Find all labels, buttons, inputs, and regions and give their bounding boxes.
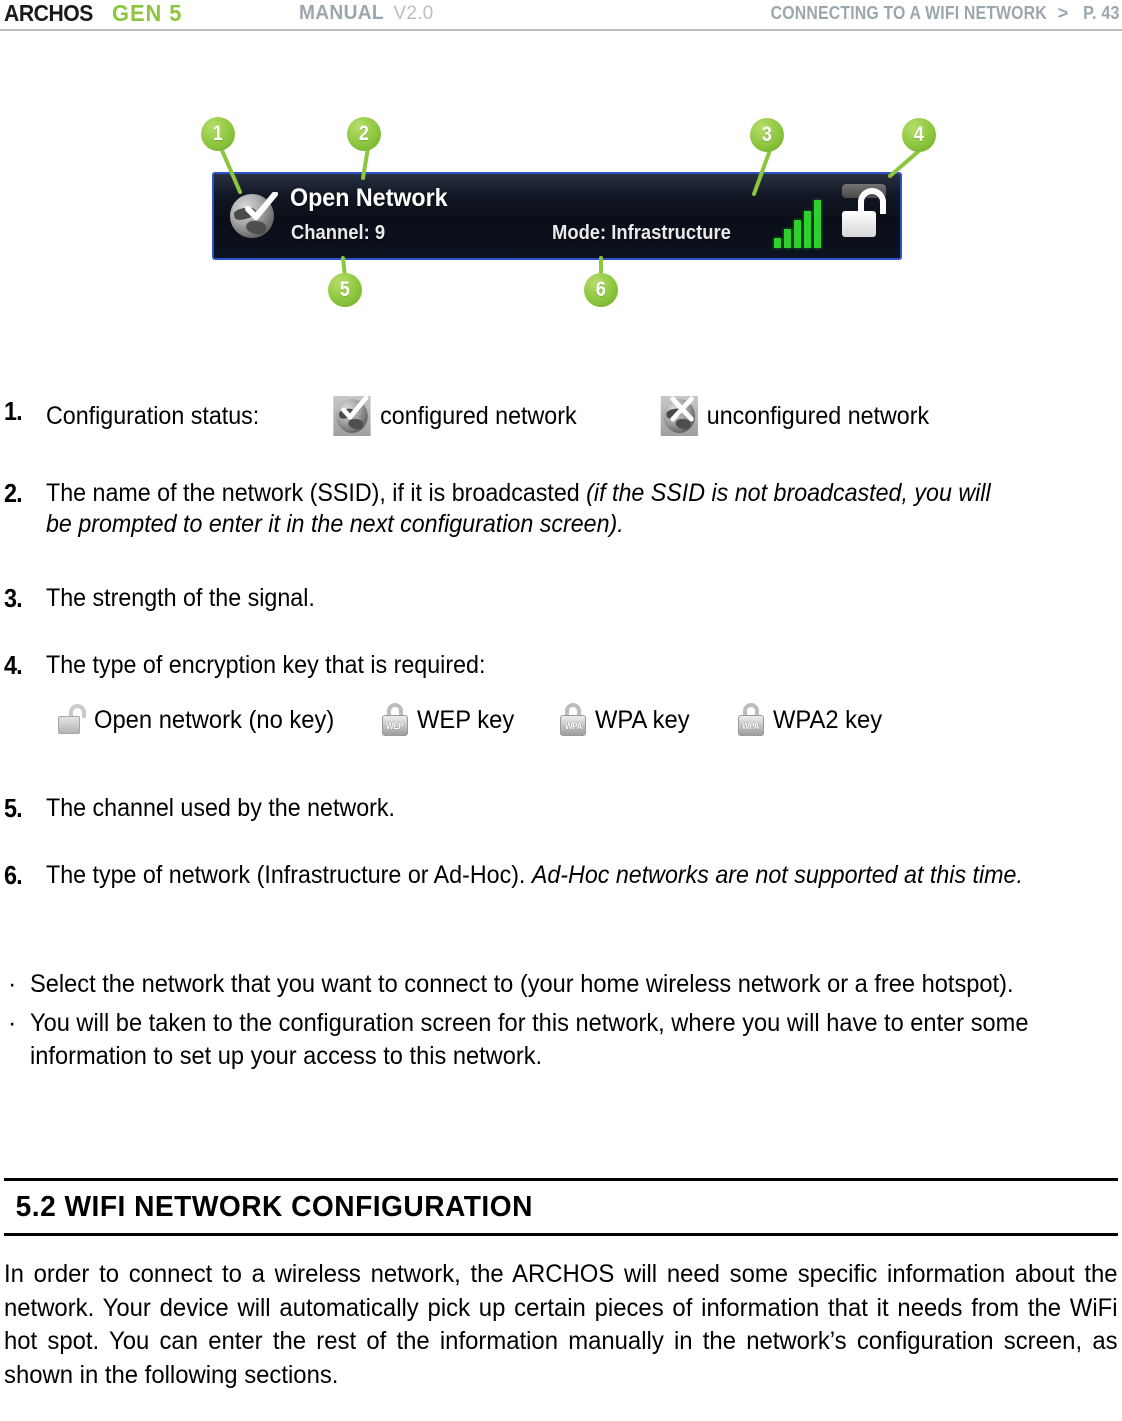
- list-item-5-marker: 5.: [4, 793, 23, 823]
- key-type-open-label: Open network (no key): [94, 705, 335, 734]
- closing-paragraph: In order to connect to a wireless networ…: [4, 1258, 1118, 1392]
- list-item-5: 5. The channel used by the network.: [4, 793, 421, 824]
- callout-badge-4-number: 4: [914, 123, 924, 146]
- list-item-3: 3. The strength of the signal.: [4, 583, 335, 614]
- key-type-wep: WEP WEP key: [381, 703, 519, 737]
- header-manual-label: MANUAL: [299, 2, 384, 24]
- callout-leader-lines: [178, 108, 938, 318]
- key-type-wpa-label: WPA key: [595, 705, 690, 734]
- breadcrumb-title: CONNECTING TO A WIFI NETWORK: [770, 3, 1047, 23]
- key-type-wep-label: WEP key: [416, 705, 515, 734]
- callout-badge-2-number: 2: [359, 122, 369, 145]
- key-type-wpa: WPA WPA key: [559, 703, 695, 737]
- callout-badge-2: 2: [347, 117, 381, 151]
- list-item-1-marker: 1.: [4, 396, 23, 426]
- unconfigured-network-label: unconfigured network: [706, 401, 930, 430]
- list-item-2: 2. The name of the network (SSID), if it…: [4, 478, 1094, 540]
- lock-wep-icon: WEP: [381, 703, 409, 737]
- key-type-open: Open network (no key): [58, 704, 347, 736]
- lock-wpa-tag: WPA: [564, 720, 582, 731]
- list-item-6-text: The type of network (Infrastructure or A…: [46, 861, 532, 889]
- list-item-3-text: The strength of the signal.: [46, 584, 315, 612]
- bullet-list: · Select the network that you want to co…: [8, 968, 1114, 1079]
- lock-wpa2-tag: WPA: [742, 720, 760, 731]
- bullet-dot-icon: ·: [8, 970, 17, 998]
- lock-open-icon: [58, 704, 86, 736]
- list-item-6-text-italic: Ad-Hoc networks are not supported at thi…: [531, 861, 1023, 889]
- section-heading-title: 5.2 WIFI NETWORK CONFIGURATION: [15, 1190, 533, 1223]
- list-item-2-marker: 2.: [4, 478, 23, 508]
- list-item-1: 1. Configuration status: configured netw…: [4, 396, 996, 436]
- header-manual-version: V2.0: [393, 3, 434, 24]
- lock-wep-tag: WEP: [386, 720, 404, 731]
- page-number: P. 43: [1083, 3, 1120, 23]
- breadcrumb-separator-icon: >: [1057, 3, 1069, 23]
- callout-badge-3: 3: [750, 118, 784, 152]
- bullet-list-item-text: Select the network that you want to conn…: [30, 970, 1014, 998]
- list-item-3-marker: 3.: [4, 583, 23, 613]
- callout-badge-3-number: 3: [762, 123, 772, 146]
- key-type-wpa2: WPA WPA2 key: [737, 703, 888, 737]
- bullet-list-item: · Select the network that you want to co…: [8, 968, 1114, 1001]
- brand-gen5-text: GEN 5: [111, 0, 183, 26]
- list-item-4-marker: 4.: [4, 650, 23, 680]
- bullet-dot-icon: ·: [8, 1009, 17, 1037]
- list-item-2-text: The name of the network (SSID), if it is…: [46, 479, 587, 507]
- unconfigured-network-example: unconfigured network: [660, 396, 929, 436]
- list-item-5-text: The channel used by the network.: [46, 794, 395, 822]
- key-type-wpa2-label: WPA2 key: [772, 705, 882, 734]
- callout-badge-1: 1: [201, 117, 235, 151]
- device-screenshot-figure: 1 2 3 4 5 6 Open Network Channel: 9 Mode…: [178, 108, 938, 318]
- callout-badge-6-number: 6: [596, 278, 606, 301]
- breadcrumb: CONNECTING TO A WIFI NETWORK > P. 43: [733, 3, 1120, 24]
- configured-network-example: configured network: [333, 396, 577, 436]
- callout-badge-1-number: 1: [213, 122, 223, 145]
- bullet-list-item-text: You will be taken to the configuration s…: [30, 1009, 1029, 1070]
- bullet-list-item: · You will be taken to the configuration…: [8, 1007, 1114, 1073]
- globe-unconfigured-icon: [660, 396, 698, 436]
- list-item-6-marker: 6.: [4, 860, 23, 890]
- list-item-1-text: Configuration status:: [46, 401, 260, 430]
- encryption-key-types: Open network (no key) WEP WEP key WPA WP…: [58, 703, 888, 737]
- lock-wpa2-icon: WPA: [737, 703, 765, 737]
- header-manual: MANUAL V2.0: [299, 2, 433, 25]
- list-item-4-text: The type of encryption key that is requi…: [46, 651, 486, 679]
- header-divider: [0, 29, 1122, 31]
- callout-badge-5: 5: [328, 273, 362, 307]
- list-item-6: 6. The type of network (Infrastructure o…: [4, 860, 1122, 891]
- brand-archos-text: ARCHOS: [4, 0, 93, 26]
- lock-wpa-icon: WPA: [559, 703, 587, 737]
- callout-badge-4: 4: [902, 118, 936, 152]
- section-heading: 5.2 WIFI NETWORK CONFIGURATION: [4, 1178, 1118, 1236]
- brand-logo: ARCHOS GEN 5: [4, 0, 186, 27]
- callout-badge-6: 6: [584, 273, 618, 307]
- globe-configured-icon: [333, 396, 371, 436]
- list-item-4: 4. The type of encryption key that is re…: [4, 650, 518, 681]
- configured-network-label: configured network: [380, 401, 577, 430]
- callout-badge-5-number: 5: [340, 278, 350, 301]
- page-header: ARCHOS GEN 5 MANUAL V2.0 CONNECTING TO A…: [0, 0, 1122, 31]
- closing-paragraph-text: In order to connect to a wireless networ…: [4, 1260, 1118, 1389]
